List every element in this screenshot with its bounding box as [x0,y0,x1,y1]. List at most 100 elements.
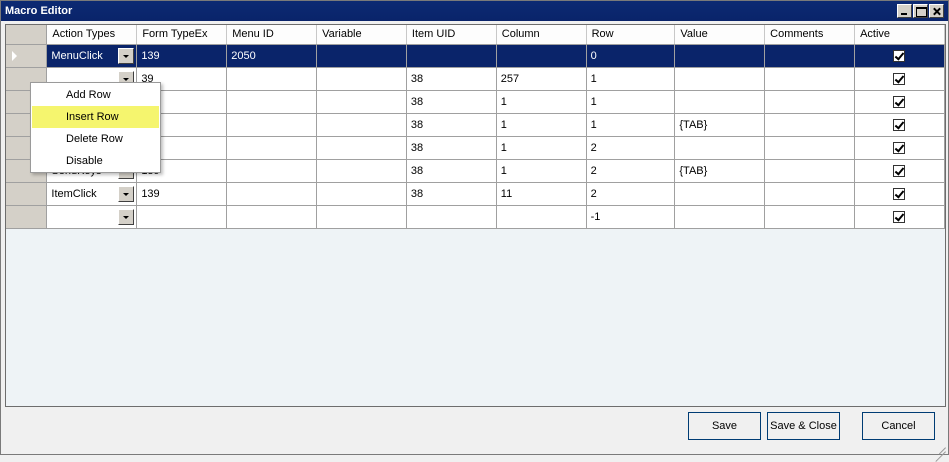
cell-menu-id[interactable] [226,113,318,137]
cell-item-uid[interactable]: 38 [406,67,497,91]
table-row[interactable]: -1 [6,205,945,229]
cell-active[interactable] [854,90,945,114]
cell-value[interactable] [674,136,766,160]
maximize-icon[interactable] [913,4,928,18]
cell-row[interactable]: 0 [586,44,676,68]
table-row[interactable]: MenuClick 139 2050 0 [6,44,945,68]
cell-value[interactable] [674,67,766,91]
cell-row[interactable]: -1 [586,205,676,229]
corner-header[interactable] [6,25,48,45]
col-header-row[interactable]: Row [586,25,676,45]
col-header-item-uid[interactable]: Item UID [406,25,497,45]
minimize-icon[interactable] [897,4,912,18]
cell-item-uid[interactable]: 38 [406,90,497,114]
cell-comments[interactable] [764,159,856,183]
cell-column[interactable]: 1 [496,159,587,183]
cell-item-uid[interactable]: 38 [406,159,497,183]
cell-row[interactable]: 1 [586,90,676,114]
cell-variable[interactable] [316,205,407,229]
cell-value[interactable]: {TAB} [674,113,766,137]
cell-variable[interactable] [316,44,407,68]
cell-variable[interactable] [316,136,407,160]
cell-row[interactable]: 2 [586,159,676,183]
cell-column[interactable]: 1 [496,136,587,160]
row-header[interactable] [6,182,48,206]
col-header-comments[interactable]: Comments [764,25,856,45]
cell-item-uid[interactable] [406,205,497,229]
cell-menu-id[interactable] [226,90,318,114]
cell-menu-id[interactable] [226,159,318,183]
save-close-button[interactable]: Save & Close [767,412,840,440]
cell-item-uid[interactable]: 38 [406,113,497,137]
col-header-menu-id[interactable]: Menu ID [226,25,318,45]
dropdown-arrow-icon[interactable] [118,208,135,225]
menu-item-add-row[interactable]: Add Row [32,84,159,106]
cell-comments[interactable] [764,44,856,68]
cell-active[interactable] [854,113,945,137]
cell-form-typeex[interactable]: 139 [136,44,228,68]
cell-active[interactable] [854,67,945,91]
cell-row[interactable]: 2 [586,182,676,206]
cell-comments[interactable] [764,113,856,137]
cell-active[interactable] [854,44,945,68]
cell-row[interactable]: 1 [586,67,676,91]
active-checkbox[interactable] [893,72,906,85]
row-header[interactable] [6,44,48,68]
macro-grid[interactable]: Action Types Form TypeEx Menu ID Variabl… [5,24,946,407]
cell-value[interactable] [674,44,766,68]
cell-value[interactable] [674,90,766,114]
resize-grip-icon[interactable] [934,440,946,452]
cell-variable[interactable] [316,159,407,183]
cell-value[interactable]: {TAB} [674,159,766,183]
cell-column[interactable]: 11 [496,182,587,206]
active-checkbox[interactable] [893,187,906,200]
cell-column[interactable]: 1 [496,113,587,137]
action-type-combo[interactable] [51,206,135,228]
cell-menu-id[interactable] [226,136,318,160]
close-icon[interactable] [929,4,944,18]
col-header-value[interactable]: Value [674,25,766,45]
cell-variable[interactable] [316,113,407,137]
cell-active[interactable] [854,182,945,206]
active-checkbox[interactable] [893,49,906,62]
cell-action-types[interactable]: MenuClick [46,44,138,68]
action-type-combo[interactable]: ItemClick [51,183,135,205]
cell-column[interactable]: 1 [496,90,587,114]
dropdown-arrow-icon[interactable] [118,47,135,64]
cell-item-uid[interactable] [406,44,497,68]
cell-form-typeex[interactable]: 139 [136,182,228,206]
cell-variable[interactable] [316,90,407,114]
cell-row[interactable]: 1 [586,113,676,137]
col-header-active[interactable]: Active [854,25,945,45]
cell-menu-id[interactable] [226,182,318,206]
cancel-button[interactable]: Cancel [862,412,935,440]
cell-item-uid[interactable]: 38 [406,136,497,160]
active-checkbox[interactable] [893,164,906,177]
cell-action-types[interactable]: ItemClick [46,182,138,206]
cell-active[interactable] [854,159,945,183]
cell-active[interactable] [854,205,945,229]
menu-item-disable[interactable]: Disable [32,150,159,172]
dropdown-arrow-icon[interactable] [118,185,135,202]
active-checkbox[interactable] [893,210,906,223]
cell-menu-id[interactable] [226,205,318,229]
active-checkbox[interactable] [893,95,906,108]
menu-item-delete-row[interactable]: Delete Row [32,128,159,150]
active-checkbox[interactable] [893,141,906,154]
cell-value[interactable] [674,205,766,229]
row-header[interactable] [6,205,48,229]
active-checkbox[interactable] [893,118,906,131]
cell-column[interactable] [496,205,587,229]
cell-column[interactable]: 257 [496,67,587,91]
action-type-combo[interactable]: MenuClick [51,45,135,67]
cell-form-typeex[interactable] [136,205,228,229]
cell-column[interactable] [496,44,587,68]
cell-comments[interactable] [764,182,856,206]
cell-comments[interactable] [764,67,856,91]
cell-comments[interactable] [764,90,856,114]
cell-item-uid[interactable]: 38 [406,182,497,206]
table-row[interactable]: ItemClick 139 38 11 2 [6,182,945,206]
cell-menu-id[interactable] [226,67,318,91]
cell-comments[interactable] [764,205,856,229]
menu-item-insert-row[interactable]: Insert Row [32,106,159,128]
